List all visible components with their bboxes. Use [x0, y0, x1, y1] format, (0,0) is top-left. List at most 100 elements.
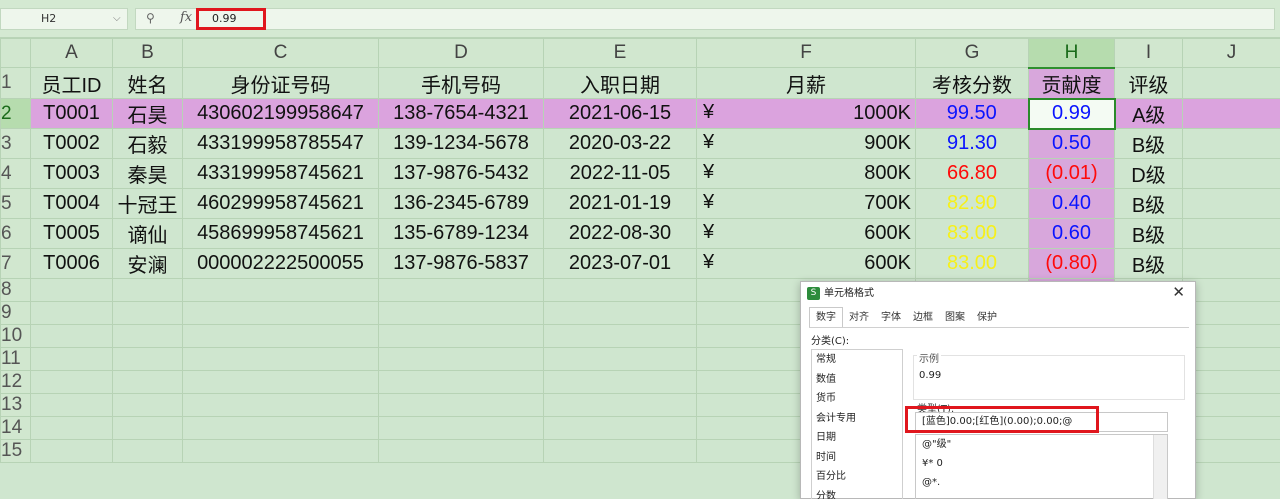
tab-font[interactable]: 字体 — [875, 308, 907, 328]
cell-grade[interactable]: B级 — [1114, 248, 1183, 279]
cell[interactable] — [543, 301, 697, 325]
type-list[interactable]: @"级" ¥* 0 @*. — [915, 434, 1168, 499]
cell-contribution[interactable]: (0.01) — [1028, 158, 1115, 189]
row-header[interactable]: 10 — [0, 324, 31, 348]
column-header[interactable]: F — [696, 38, 916, 68]
category-item[interactable]: 会计专用 — [812, 409, 902, 429]
cell[interactable] — [378, 370, 544, 394]
cell-employee-id[interactable]: T0004 — [30, 188, 113, 219]
cell[interactable] — [1182, 347, 1280, 371]
cell[interactable] — [1182, 301, 1280, 325]
type-option[interactable]: ¥* 0 — [916, 454, 1167, 473]
tab-alignment[interactable]: 对齐 — [843, 308, 875, 328]
cell-phone[interactable]: 137-9876-5432 — [378, 158, 544, 189]
row-header[interactable]: 3 — [0, 128, 31, 159]
cell-salary[interactable]: ¥900K — [696, 128, 916, 159]
cell-name[interactable]: 石毅 — [112, 128, 183, 159]
cell[interactable] — [182, 301, 379, 325]
name-box[interactable]: H2 ⌵ — [0, 8, 128, 30]
cell[interactable] — [1182, 158, 1280, 189]
row-header[interactable]: 2 — [0, 98, 31, 129]
cell[interactable] — [30, 416, 113, 440]
cell-hire-date[interactable]: 2022-08-30 — [543, 218, 697, 249]
header-cell[interactable]: 姓名 — [112, 67, 183, 99]
cell[interactable] — [112, 439, 183, 463]
row-header[interactable]: 5 — [0, 188, 31, 219]
cell-employee-id[interactable]: T0002 — [30, 128, 113, 159]
cell-contribution[interactable]: 0.40 — [1028, 188, 1115, 219]
cell[interactable] — [112, 370, 183, 394]
category-item[interactable]: 时间 — [812, 448, 902, 468]
cell-employee-id[interactable]: T0006 — [30, 248, 113, 279]
cell-score[interactable]: 99.50 — [915, 98, 1029, 129]
cell[interactable] — [543, 393, 697, 417]
header-cell[interactable]: 身份证号码 — [182, 67, 379, 99]
cell-hire-date[interactable]: 2020-03-22 — [543, 128, 697, 159]
cell[interactable] — [1182, 188, 1280, 219]
cell-score[interactable]: 82.90 — [915, 188, 1029, 219]
type-option[interactable]: @"级" — [916, 435, 1167, 454]
zoom-icon[interactable]: ⚲ — [146, 11, 155, 25]
category-item[interactable]: 百分比 — [812, 467, 902, 487]
cell-name[interactable]: 十冠王 — [112, 188, 183, 219]
cell-grade[interactable]: B级 — [1114, 128, 1183, 159]
header-cell[interactable]: 贡献度 — [1028, 67, 1115, 99]
cell-name[interactable]: 安澜 — [112, 248, 183, 279]
cell[interactable] — [30, 324, 113, 348]
cell[interactable] — [378, 439, 544, 463]
cell[interactable] — [1182, 416, 1280, 440]
column-header[interactable]: C — [182, 38, 379, 68]
column-header[interactable]: J — [1182, 38, 1280, 68]
close-icon[interactable]: ✕ — [1172, 283, 1185, 301]
category-item[interactable]: 货币 — [812, 389, 902, 409]
tab-number[interactable]: 数字 — [809, 307, 843, 327]
cell-hire-date[interactable]: 2021-06-15 — [543, 98, 697, 129]
cell[interactable] — [112, 347, 183, 371]
column-header[interactable]: I — [1114, 38, 1183, 68]
cell-salary[interactable]: ¥600K — [696, 248, 916, 279]
cell-id-card[interactable]: 000002222500055 — [182, 248, 379, 279]
cell-name[interactable]: 秦昊 — [112, 158, 183, 189]
header-cell[interactable]: 员工ID — [30, 67, 113, 99]
cell-phone[interactable]: 137-9876-5837 — [378, 248, 544, 279]
cell[interactable] — [1182, 393, 1280, 417]
row-header[interactable]: 4 — [0, 158, 31, 189]
cell-name[interactable]: 石昊 — [112, 98, 183, 129]
cell-grade[interactable]: A级 — [1114, 98, 1183, 129]
column-header[interactable]: B — [112, 38, 183, 68]
header-cell[interactable]: 手机号码 — [378, 67, 544, 99]
cell[interactable] — [30, 370, 113, 394]
cell[interactable] — [543, 278, 697, 302]
category-item[interactable]: 日期 — [812, 428, 902, 448]
cell[interactable] — [30, 393, 113, 417]
cell-contribution[interactable]: (0.80) — [1028, 248, 1115, 279]
cell-phone[interactable]: 135-6789-1234 — [378, 218, 544, 249]
cell[interactable] — [182, 347, 379, 371]
column-header[interactable]: G — [915, 38, 1029, 68]
row-header[interactable]: 9 — [0, 301, 31, 325]
cell-employee-id[interactable]: T0005 — [30, 218, 113, 249]
cell-employee-id[interactable]: T0003 — [30, 158, 113, 189]
cell[interactable] — [182, 393, 379, 417]
cell[interactable] — [30, 347, 113, 371]
cell-salary[interactable]: ¥700K — [696, 188, 916, 219]
cell[interactable] — [1182, 67, 1280, 99]
cell-name[interactable]: 谪仙 — [112, 218, 183, 249]
cell[interactable] — [112, 301, 183, 325]
cell[interactable] — [1182, 324, 1280, 348]
cell[interactable] — [543, 347, 697, 371]
cell[interactable] — [543, 416, 697, 440]
category-item[interactable]: 分数 — [812, 487, 902, 499]
cell[interactable] — [112, 278, 183, 302]
cell[interactable] — [378, 347, 544, 371]
cell-contribution[interactable]: 0.50 — [1028, 128, 1115, 159]
cell[interactable] — [1182, 370, 1280, 394]
cell-id-card[interactable]: 458699958745621 — [182, 218, 379, 249]
cell-contribution[interactable]: 0.60 — [1028, 218, 1115, 249]
row-header[interactable]: 12 — [0, 370, 31, 394]
category-list[interactable]: 常规 数值 货币 会计专用 日期 时间 百分比 分数 — [811, 349, 903, 499]
cell[interactable] — [112, 416, 183, 440]
cell-score[interactable]: 66.80 — [915, 158, 1029, 189]
cell[interactable] — [378, 393, 544, 417]
row-header[interactable]: 8 — [0, 278, 31, 302]
